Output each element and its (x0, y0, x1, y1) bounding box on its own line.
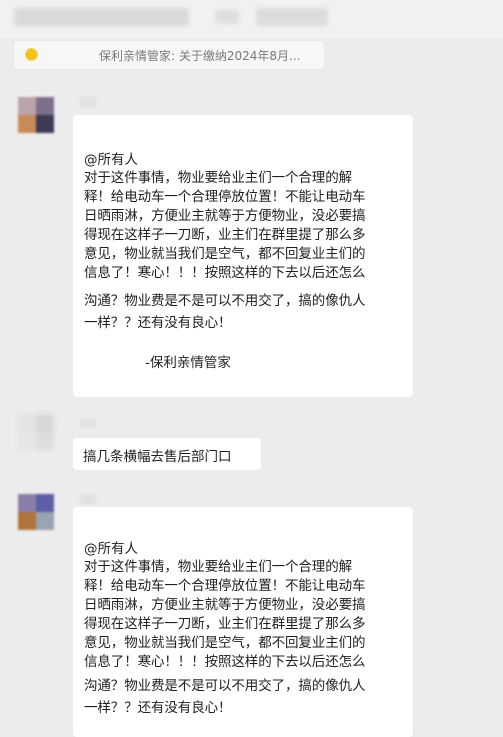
message-signature: -保利亲情管家 (145, 355, 231, 371)
pinned-announcement[interactable]: 保利亲情管家: 关于缴纳2024年8月... (14, 41, 324, 69)
message-line: 得现在这样子一刀断，业主们在群里提了那么多 (84, 227, 366, 243)
sender-name-blurred (80, 418, 96, 428)
message-line: 日晒雨淋，方便业主就等于方便物业，没必要搞 (84, 208, 366, 224)
sender-name-blurred (80, 494, 96, 504)
message-bubble[interactable]: @所有人 对于这件事情，物业要给业主们一个合理的解 释！给电动车一个合理停放位置… (73, 115, 413, 397)
message-line: 一样？？还有没有良心！ (84, 700, 232, 716)
chat-title-blurred (14, 8, 189, 26)
message-line: 沟通？物业费是不是可以不用交了，搞的像仇人 (84, 678, 366, 694)
message-line: 日晒雨淋，方便业主就等于方便物业，没必要搞 (84, 597, 366, 613)
message-line: 对于这件事情，物业要给业主们一个合理的解 (84, 170, 352, 186)
avatar[interactable] (18, 494, 54, 530)
mention-all: @所有人 (84, 152, 138, 168)
message-line: 意见，物业就当我们是空气，都不回复业主们的 (84, 635, 366, 651)
message-line: 释！给电动车一个合理停放位置！不能让电动车 (84, 578, 366, 594)
message-bubble[interactable]: 搞几条横幅去售后部门口 (73, 438, 261, 470)
message-line: 一样？？还有没有良心！ (84, 315, 232, 331)
header-icon-blurred (215, 10, 239, 24)
message-line: 沟通？物业费是不是可以不用交了，搞的像仇人 (84, 293, 366, 309)
message-line: 意见，物业就当我们是空气，都不回复业主们的 (84, 246, 366, 262)
message-line: 对于这件事情，物业要给业主们一个合理的解 (84, 559, 352, 575)
chat-header (0, 0, 503, 38)
pinned-announcement-text: 保利亲情管家: 关于缴纳2024年8月... (99, 49, 301, 63)
message-text: 搞几条横幅去售后部门口 (83, 449, 232, 465)
announcement-icon (26, 49, 37, 60)
message-line: 信息了！寒心！！！按照这样的下去以后还怎么 (84, 654, 366, 670)
member-count-blurred (256, 8, 328, 26)
avatar[interactable] (18, 97, 54, 133)
avatar[interactable] (18, 414, 54, 450)
message-line: 信息了！寒心！！！按照这样的下去以后还怎么 (84, 265, 366, 281)
message-bubble[interactable]: @所有人 对于这件事情，物业要给业主们一个合理的解 释！给电动车一个合理停放位置… (73, 507, 413, 737)
mention-all: @所有人 (84, 541, 138, 557)
message-line: 释！给电动车一个合理停放位置！不能让电动车 (84, 189, 366, 205)
sender-name-blurred (80, 97, 96, 107)
message-line: 得现在这样子一刀断，业主们在群里提了那么多 (84, 616, 366, 632)
